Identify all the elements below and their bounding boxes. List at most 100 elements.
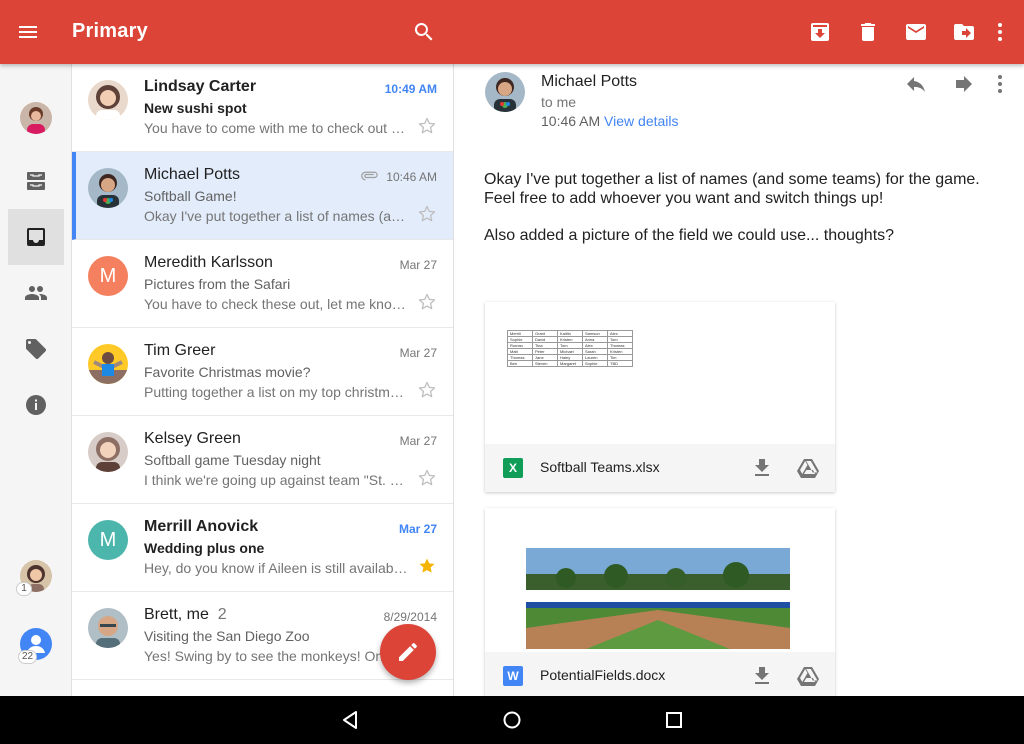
sender-name: Brett, me 2 — [144, 606, 227, 623]
menu-icon[interactable] — [16, 20, 40, 44]
sender-name: Michael Potts — [144, 166, 241, 183]
view-details-link[interactable]: View details — [604, 113, 678, 129]
spreadsheet-preview: Merrill Grant Kaitlin Samson Alex Sophie David… — [485, 302, 835, 444]
sender-avatar — [88, 608, 128, 648]
info-icon — [26, 395, 46, 415]
sender-name: Meredith Karlsson — [144, 254, 273, 271]
move-to-icon[interactable] — [952, 20, 976, 44]
home-icon[interactable] — [500, 708, 524, 732]
save-to-drive-icon[interactable] — [796, 456, 820, 480]
message-subject: Visiting the San Diego Zoo — [144, 628, 310, 644]
sheet-cell: Sophie — [582, 360, 608, 367]
navigation-rail: 1 22 — [0, 64, 72, 696]
message-row[interactable]: Tim Greer Mar 27 Favorite Christmas movi… — [72, 328, 453, 416]
message-time: 10:46 AM View details — [541, 113, 679, 129]
search-icon[interactable] — [412, 20, 436, 44]
star-outline-icon[interactable] — [417, 380, 437, 400]
delete-icon[interactable] — [856, 20, 880, 44]
attachment-name: Softball Teams.xlsx — [540, 459, 660, 475]
download-icon[interactable] — [750, 456, 774, 480]
sender-avatar[interactable] — [485, 72, 525, 112]
gmail-app: Primary 1 22 Lindsay Carter 10:49 AM New… — [0, 0, 1024, 744]
compose-button[interactable] — [380, 624, 436, 680]
reply-icon[interactable] — [904, 72, 928, 96]
sheet-cell: TBD — [607, 360, 633, 367]
message-subject: Softball game Tuesday night — [144, 452, 321, 468]
rail-all-inboxes[interactable] — [8, 153, 64, 209]
star-outline-icon[interactable] — [417, 292, 437, 312]
sender-name: Merrill Anovick — [144, 518, 259, 535]
star-outline-icon[interactable] — [417, 468, 437, 488]
sender-name: Tim Greer — [144, 342, 216, 359]
thread-count: 2 — [217, 606, 227, 623]
sender-name: Lindsay Carter — [144, 78, 257, 95]
reading-pane: Michael Potts to me 10:46 AM View detail… — [455, 64, 1024, 696]
app-bar: Primary — [0, 0, 1024, 64]
message-row[interactable]: M Merrill Anovick Mar 27 Wedding plus on… — [72, 504, 453, 592]
star-outline-icon[interactable] — [417, 116, 437, 136]
forward-icon[interactable] — [952, 72, 976, 96]
sheet-cell: Steven — [532, 360, 558, 367]
message-row[interactable]: M Meredith Karlsson Mar 27 Pictures from… — [72, 240, 453, 328]
message-snippet: You have to come with me to check out th… — [144, 120, 408, 136]
message-row-selected[interactable]: Michael Potts 10:46 AM Softball Game! Ok… — [72, 152, 453, 240]
message-date: Mar 27 — [399, 434, 437, 448]
message-snippet: Okay I've put together a list of names (… — [144, 208, 408, 224]
rail-social[interactable] — [8, 265, 64, 321]
message-date: Mar 27 — [398, 522, 437, 536]
download-icon[interactable] — [750, 664, 774, 688]
attachment-name: PotentialFields.docx — [540, 667, 666, 683]
message-overflow-icon[interactable] — [988, 72, 1012, 96]
sheet-cell: Ben — [507, 360, 533, 367]
account-avatar[interactable] — [8, 90, 64, 146]
message-body: Okay I've put together a list of names (… — [484, 170, 994, 263]
sender-letter-avatar: M — [88, 520, 128, 560]
message-snippet: Putting together a list on my top christ… — [144, 384, 408, 400]
inboxes-icon — [27, 172, 45, 190]
baseball-field-photo — [526, 548, 790, 649]
recents-icon[interactable] — [662, 708, 686, 732]
word-file-icon: W — [503, 666, 523, 686]
sender-letter-avatar: M — [88, 256, 128, 296]
sender-avatar — [88, 432, 128, 472]
save-to-drive-icon[interactable] — [796, 664, 820, 688]
message-subject: Wedding plus one — [144, 540, 265, 556]
system-navigation-bar — [0, 696, 1024, 744]
star-outline-icon[interactable] — [417, 204, 437, 224]
message-row[interactable]: Lindsay Carter 10:49 AM New sushi spot Y… — [72, 64, 453, 152]
sender-avatar — [88, 344, 128, 384]
account-photo — [20, 102, 52, 134]
sender-name: Michael Potts — [541, 73, 638, 90]
sender-name: Kelsey Green — [144, 430, 241, 447]
group-count-badge: 22 — [18, 650, 38, 664]
attachment-card[interactable]: W PotentialFields.docx — [485, 508, 835, 696]
rail-contact-group[interactable] — [8, 616, 64, 672]
inbox-icon — [27, 228, 45, 246]
message-snippet: I think we're going up against team "St.… — [144, 472, 408, 488]
message-date: Mar 27 — [399, 346, 437, 360]
rail-promotions[interactable] — [8, 321, 64, 377]
message-date: 10:46 AM — [386, 170, 437, 184]
message-row[interactable] — [72, 680, 453, 696]
star-filled-icon[interactable] — [417, 556, 437, 576]
attachment-bar: X Softball Teams.xlsx — [485, 444, 835, 492]
message-subject: New sushi spot — [144, 100, 247, 116]
recipient-line: to me — [541, 94, 577, 110]
message-snippet: Hey, do you know if Aileen is still avai… — [144, 560, 408, 576]
mark-unread-icon[interactable] — [904, 20, 928, 44]
archive-icon[interactable] — [808, 20, 832, 44]
back-icon[interactable] — [338, 708, 362, 732]
sheet-cell: Margaret — [557, 360, 583, 367]
rail-primary-inbox[interactable] — [8, 209, 64, 265]
people-icon — [25, 286, 47, 300]
tag-icon — [26, 339, 46, 359]
message-row[interactable]: Kelsey Green Mar 27 Softball game Tuesda… — [72, 416, 453, 504]
rail-contact-1[interactable] — [8, 548, 64, 604]
body-paragraph: Also added a picture of the field we cou… — [484, 227, 895, 244]
attachment-card[interactable]: Merrill Grant Kaitlin Samson Alex Sophie David… — [485, 302, 835, 492]
excel-file-icon: X — [503, 458, 523, 478]
overflow-menu-icon[interactable] — [988, 20, 1012, 44]
attachment-bar: W PotentialFields.docx — [485, 652, 835, 696]
rail-updates[interactable] — [8, 377, 64, 433]
mailbox-title: Primary — [72, 20, 148, 42]
